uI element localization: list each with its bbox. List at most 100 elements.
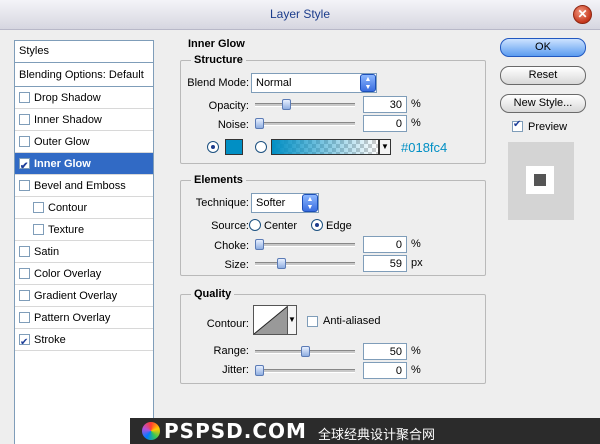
size-input[interactable]: 59 [363,255,407,272]
styles-item-gradient-overlay[interactable]: Gradient Overlay [15,285,153,307]
source-edge-radio[interactable] [311,219,323,231]
preview-thumbnail [508,142,574,220]
style-label: Color Overlay [34,268,102,280]
pspsd-logo-icon [142,422,160,440]
range-slider-thumb[interactable] [301,346,310,357]
styles-item-stroke[interactable]: Stroke [15,329,153,354]
style-label: Bevel and Emboss [34,180,126,192]
choke-unit: % [411,238,421,250]
blend-mode-label: Blend Mode: [187,77,249,89]
blend-mode-select[interactable]: Normal ▲ ▼ [251,73,377,93]
technique-select[interactable]: Softer ▲ ▼ [251,193,319,213]
style-checkbox[interactable] [33,224,44,235]
elements-legend: Elements [191,174,246,186]
style-checkbox[interactable] [19,246,30,257]
style-checkbox[interactable] [19,92,30,103]
preview-swatch-frame [526,166,554,194]
styles-item-inner-shadow[interactable]: Inner Shadow [15,109,153,131]
reset-button[interactable]: Reset [500,66,586,85]
styles-item-inner-glow[interactable]: Inner Glow [15,153,153,178]
range-slider[interactable] [255,346,355,357]
styles-item-satin[interactable]: Satin [15,241,153,263]
style-label: Gradient Overlay [34,290,118,302]
dropdown-arrows-icon: ▲ ▼ [360,74,376,92]
choke-slider-thumb[interactable] [255,239,264,250]
style-label: Stroke [34,334,66,346]
style-checkbox[interactable] [19,312,30,323]
anti-aliased-label: Anti-aliased [323,315,381,327]
glow-gradient-picker[interactable] [271,139,379,155]
opacity-label: Opacity: [208,100,249,112]
style-checkbox[interactable] [19,180,30,191]
gradient-dropdown-icon[interactable]: ▼ [379,139,391,155]
styles-item-texture[interactable]: Texture [15,219,153,241]
new-style-button[interactable]: New Style... [500,94,586,113]
source-edge-label: Edge [326,220,352,232]
contour-curve-icon [253,305,289,335]
anti-aliased-checkbox[interactable] [307,316,318,327]
style-label: Drop Shadow [34,92,101,104]
preview-checkbox[interactable] [512,119,523,132]
opacity-slider[interactable] [255,99,355,110]
style-checkbox[interactable] [19,136,30,147]
source-center-radio[interactable] [249,219,261,231]
contour-dropdown-icon[interactable]: ▼ [287,305,297,335]
watermark-banner: PSPSD.COM 全球经典设计聚合网 [130,418,600,444]
blending-options-item[interactable]: Blending Options: Default [15,63,153,87]
styles-item-pattern-overlay[interactable]: Pattern Overlay [15,307,153,329]
style-label: Pattern Overlay [34,312,111,324]
glow-color-swatch[interactable] [225,139,243,155]
range-input[interactable]: 50 [363,343,407,360]
size-slider[interactable] [255,258,355,269]
noise-slider-thumb[interactable] [255,118,264,129]
style-checkbox[interactable] [19,268,30,279]
choke-slider[interactable] [255,239,355,250]
jitter-slider-thumb[interactable] [255,365,264,376]
window-title: Layer Style [269,7,331,21]
jitter-unit: % [411,364,421,376]
choke-input[interactable]: 0 [363,236,407,253]
solid-color-radio[interactable] [207,141,219,153]
watermark-brand: PSPSD.COM [164,419,307,443]
title-bar: Layer Style ✕ [0,0,600,30]
glow-color-hex: #018fc4 [401,140,448,155]
styles-item-drop-shadow[interactable]: Drop Shadow [15,87,153,109]
opacity-unit: % [411,98,421,110]
style-checkbox[interactable] [19,290,30,301]
preview-swatch [534,174,546,186]
range-unit: % [411,345,421,357]
jitter-slider[interactable] [255,365,355,376]
style-label: Satin [34,246,60,258]
style-checkbox[interactable] [19,332,30,354]
noise-label: Noise: [217,119,249,131]
styles-item-bevel-and-emboss[interactable]: Bevel and Emboss [15,175,153,197]
contour-picker[interactable] [253,305,289,335]
jitter-input[interactable]: 0 [363,362,407,379]
preview-label: Preview [528,121,568,133]
styles-list: Styles Blending Options: Default Drop Sh… [14,40,154,444]
opacity-slider-thumb[interactable] [282,99,291,110]
source-label: Source: [211,220,249,232]
style-label: Inner Shadow [34,114,102,126]
styles-item-contour[interactable]: Contour [15,197,153,219]
close-icon[interactable]: ✕ [573,5,592,24]
technique-value: Softer [256,197,286,209]
opacity-input[interactable]: 30 [363,96,407,113]
technique-label: Technique: [195,197,249,209]
size-slider-thumb[interactable] [277,258,286,269]
noise-input[interactable]: 0 [363,115,407,132]
styles-item-outer-glow[interactable]: Outer Glow [15,131,153,153]
size-label: Size: [224,259,249,271]
panel-title: Inner Glow [188,38,245,50]
noise-slider[interactable] [255,118,355,129]
style-label: Contour [48,202,88,214]
gradient-radio[interactable] [255,141,267,153]
blend-mode-value: Normal [256,77,292,89]
styles-header[interactable]: Styles [15,41,153,63]
styles-item-color-overlay[interactable]: Color Overlay [15,263,153,285]
ok-button[interactable]: OK [500,38,586,57]
style-checkbox[interactable] [33,202,44,213]
source-center-label: Center [264,220,298,232]
style-checkbox[interactable] [19,156,30,178]
style-checkbox[interactable] [19,114,30,125]
